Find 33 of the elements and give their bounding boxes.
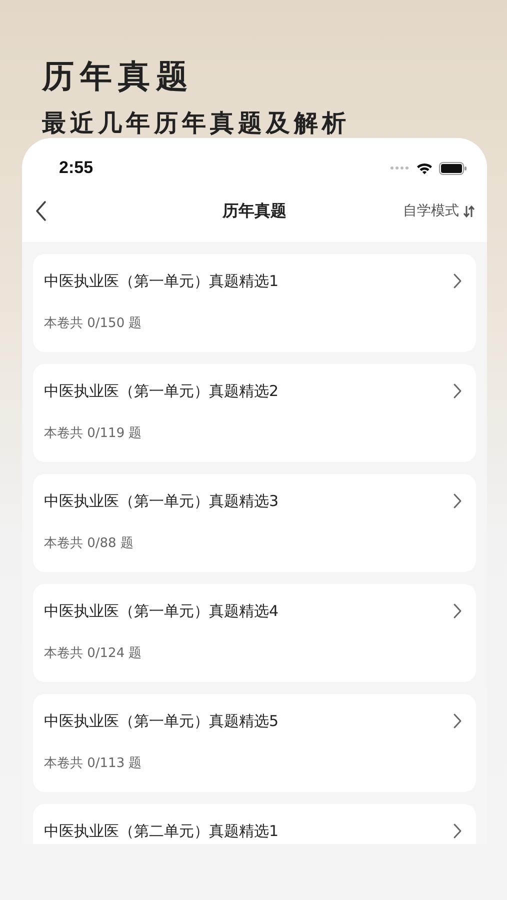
paper-card[interactable]: 中医执业医（第一单元）真题精选5 本卷共 0/113 题 [33, 694, 476, 792]
paper-title: 中医执业医（第一单元）真题精选2 [44, 382, 279, 400]
wifi-icon [416, 162, 433, 174]
back-icon[interactable] [34, 200, 48, 222]
paper-title: 中医执业医（第一单元）真题精选5 [44, 712, 279, 730]
chevron-icon [453, 603, 462, 619]
signal-icon [390, 166, 410, 170]
question-count: 本卷共 0/88 题 [44, 535, 134, 552]
paper-title: 中医执业医（第一单元）真题精选4 [44, 602, 279, 620]
mode-button[interactable]: 自学模式 [403, 202, 475, 220]
screen-title: 历年真题 [222, 200, 286, 222]
page-subtitle: 最近几年历年真题及解析 [42, 108, 350, 138]
paper-title: 中医执业医（第一单元）真题精选3 [44, 492, 279, 510]
chevron-icon [453, 383, 462, 399]
chevron-icon [453, 823, 462, 839]
paper-card[interactable]: 中医执业医（第一单元）真题精选4 本卷共 0/124 题 [33, 584, 476, 682]
question-count: 本卷共 0/119 题 [44, 425, 142, 442]
chevron-icon [453, 713, 462, 729]
paper-card[interactable]: 中医执业医（第一单元）真题精选1 本卷共 0/150 题 [33, 254, 476, 352]
question-count: 本卷共 0/124 题 [44, 645, 142, 662]
chevron-icon [453, 273, 462, 289]
sort-icon [463, 204, 475, 218]
paper-card[interactable]: 中医执业医（第一单元）真题精选2 本卷共 0/119 题 [33, 364, 476, 462]
page-headline: 历年真题 [42, 56, 194, 96]
question-count: 本卷共 0/150 题 [44, 315, 142, 332]
paper-title: 中医执业医（第二单元）真题精选1 [44, 822, 279, 840]
question-count: 本卷共 0/113 题 [44, 755, 142, 772]
paper-card[interactable]: 中医执业医（第一单元）真题精选3 本卷共 0/88 题 [33, 474, 476, 572]
paper-card[interactable]: 中医执业医（第二单元）真题精选1 [33, 804, 476, 844]
battery-icon [439, 162, 467, 174]
paper-title: 中医执业医（第一单元）真题精选1 [44, 272, 279, 290]
chevron-icon [453, 493, 462, 509]
status-time: 2:55 [59, 158, 94, 178]
